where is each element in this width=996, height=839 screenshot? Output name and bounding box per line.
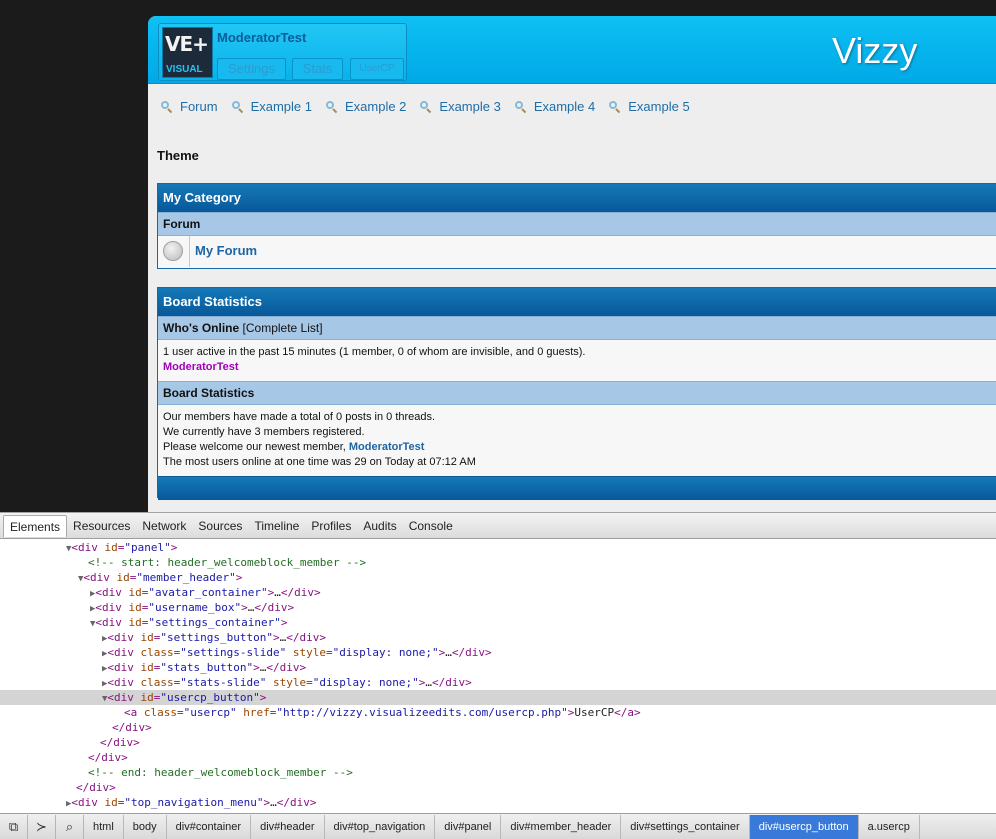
nav-label: Example 4: [533, 99, 596, 114]
crumb-top-navigation[interactable]: div#top_navigation: [325, 814, 436, 839]
console-drawer-icon[interactable]: ≻: [28, 814, 56, 839]
online-user-link[interactable]: ModeratorTest: [163, 361, 239, 373]
search-icon[interactable]: ⌕: [56, 814, 84, 839]
forum-status-cell: [158, 236, 190, 267]
dom-node[interactable]: ▶<div class="stats-slide" style="display…: [0, 675, 996, 690]
crumb-usercp-button[interactable]: div#usercp_button: [749, 814, 859, 839]
tab-console[interactable]: Console: [403, 515, 459, 537]
tab-resources[interactable]: Resources: [67, 515, 136, 537]
crumb-settings-container[interactable]: div#settings_container: [621, 814, 750, 839]
category-title[interactable]: My Category: [158, 184, 996, 212]
tab-network[interactable]: Network: [136, 515, 192, 537]
whos-online-row: 1 user active in the past 15 minutes (1 …: [158, 340, 996, 381]
dom-node[interactable]: ▼<div id="panel">: [0, 540, 996, 555]
tab-timeline[interactable]: Timeline: [248, 515, 305, 537]
tab-elements[interactable]: Elements: [3, 514, 68, 537]
search-icon: [514, 100, 528, 114]
dom-close-tag[interactable]: </div>: [0, 750, 996, 765]
board-statistics-row: Our members have made a total of 0 posts…: [158, 405, 996, 476]
logo-subtext: VISUAL: [166, 64, 203, 75]
forum-status-icon: [163, 241, 183, 261]
dom-comment[interactable]: <!-- start: header_welcomeblock_member -…: [0, 555, 996, 570]
breadcrumb: ⧉ ≻ ⌕ html body div#container div#header…: [0, 813, 996, 839]
stats-button[interactable]: Stats: [292, 58, 343, 80]
search-icon: [231, 100, 245, 114]
crumb-html[interactable]: html: [84, 814, 124, 839]
devtools-panel: Elements Resources Network Sources Timel…: [0, 512, 996, 839]
category-table: My Category Forum My Forum: [157, 183, 996, 269]
avatar[interactable]: VE+ VISUAL: [162, 27, 213, 78]
settings-button[interactable]: Settings: [217, 58, 286, 80]
online-summary: 1 user active in the past 15 minutes (1 …: [163, 346, 586, 358]
dom-node[interactable]: ▶<div class="settings-slide" style="disp…: [0, 645, 996, 660]
nav-item-example-4[interactable]: Example 4: [514, 99, 595, 114]
top-navigation: Forum Example 1 Example 2 Example 3 Exam…: [160, 99, 703, 114]
dom-node[interactable]: <a class="usercp" href="http://vizzy.vis…: [0, 705, 996, 720]
stats-line-record: The most users online at one time was 29…: [163, 456, 476, 468]
dom-node[interactable]: ▶<div id="username_box">…</div>: [0, 600, 996, 615]
nav-label: Example 1: [250, 99, 312, 114]
column-header-forum: Forum: [158, 212, 996, 236]
crumb-a-usercp[interactable]: a.usercp: [859, 814, 920, 839]
search-icon: [325, 100, 339, 114]
nav-item-example-5[interactable]: Example 5: [608, 99, 690, 114]
tab-audits[interactable]: Audits: [357, 515, 402, 537]
whos-online-header: Who's Online [Complete List]: [158, 316, 996, 340]
board-statistics-table: Board Statistics Who's Online [Complete …: [157, 287, 996, 500]
crumb-member-header[interactable]: div#member_header: [501, 814, 622, 839]
nav-item-example-2[interactable]: Example 2: [325, 99, 406, 114]
nav-label: Example 5: [628, 99, 690, 114]
usercp-button[interactable]: UserCP: [350, 58, 404, 80]
table-footer: [158, 476, 996, 500]
devtools-tabs: Elements Resources Network Sources Timel…: [0, 513, 996, 539]
forum-page: VE+ VISUAL ModeratorTest Settings Stats …: [148, 16, 996, 512]
newest-member-prefix: Please welcome our newest member,: [163, 441, 346, 453]
dom-node[interactable]: ▶<div id="stats_button">…</div>: [0, 660, 996, 675]
dom-node[interactable]: ▶<div id="settings_button">…</div>: [0, 630, 996, 645]
table-row: My Forum: [158, 236, 996, 267]
dom-node[interactable]: ▼<div id="settings_container">: [0, 615, 996, 630]
logo-text: VE+: [165, 32, 209, 56]
stats-line-members: We currently have 3 members registered.: [163, 426, 365, 438]
crumb-container[interactable]: div#container: [167, 814, 252, 839]
crumb-panel[interactable]: div#panel: [435, 814, 502, 839]
dock-toggle-icon[interactable]: ⧉: [0, 814, 28, 839]
nav-label: Example 3: [439, 99, 501, 114]
whos-online-label: Who's Online: [163, 321, 240, 335]
dom-node[interactable]: ▶<div id="top_navigation_menu">…</div>: [0, 795, 996, 810]
forum-link[interactable]: My Forum: [195, 243, 257, 258]
dom-tree[interactable]: ▼<div id="panel"> <!-- start: header_wel…: [0, 540, 996, 813]
board-statistics-subheader: Board Statistics: [158, 381, 996, 405]
nav-label: Forum: [180, 99, 218, 114]
search-icon: [419, 100, 433, 114]
board-statistics-title: Board Statistics: [158, 288, 996, 316]
tab-profiles[interactable]: Profiles: [305, 515, 357, 537]
search-icon: [160, 100, 174, 114]
dom-node-selected[interactable]: ▼<div id="usercp_button">: [0, 690, 996, 705]
dom-comment[interactable]: <!-- end: header_welcomeblock_member -->: [0, 765, 996, 780]
nav-label: Example 2: [344, 99, 407, 114]
browser-viewport: VE+ VISUAL ModeratorTest Settings Stats …: [0, 0, 996, 512]
nav-item-example-3[interactable]: Example 3: [419, 99, 501, 114]
tab-sources[interactable]: Sources: [192, 515, 248, 537]
member-panel: VE+ VISUAL ModeratorTest Settings Stats …: [158, 23, 407, 81]
newest-member-link[interactable]: ModeratorTest: [349, 441, 425, 453]
dom-node[interactable]: ▼<div id="member_header">: [0, 570, 996, 585]
dom-node[interactable]: ▶<div id="avatar_container">…</div>: [0, 585, 996, 600]
search-icon: [608, 100, 622, 114]
crumb-header[interactable]: div#header: [251, 814, 325, 839]
dom-close-tag[interactable]: </div>: [0, 720, 996, 735]
username[interactable]: ModeratorTest: [217, 30, 306, 45]
theme-label: Theme: [157, 148, 199, 163]
stats-line-newest: Please welcome our newest member, Modera…: [163, 440, 996, 455]
crumb-body[interactable]: body: [124, 814, 167, 839]
site-header: VE+ VISUAL ModeratorTest Settings Stats …: [148, 16, 996, 84]
complete-list-link[interactable]: [Complete List]: [243, 321, 323, 335]
stats-line-posts: Our members have made a total of 0 posts…: [163, 411, 436, 423]
nav-item-forum[interactable]: Forum: [160, 99, 218, 114]
nav-item-example-1[interactable]: Example 1: [231, 99, 312, 114]
site-title[interactable]: Vizzy: [832, 30, 917, 72]
dom-close-tag[interactable]: </div>: [0, 780, 996, 795]
dom-close-tag[interactable]: </div>: [0, 735, 996, 750]
